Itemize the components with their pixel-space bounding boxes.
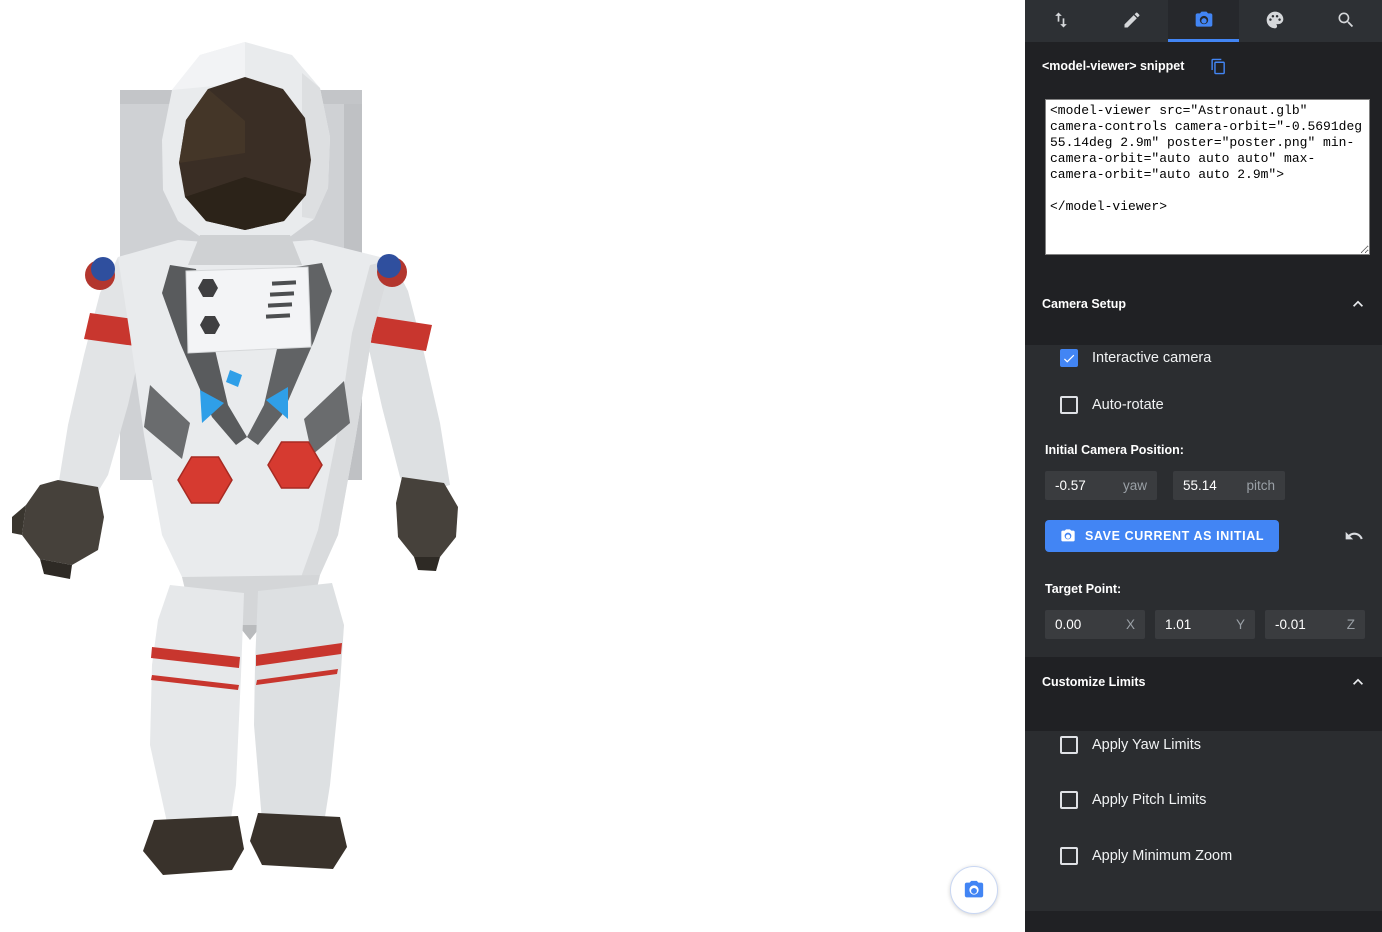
chevron-up-icon[interactable]	[1348, 294, 1368, 314]
auto-rotate-checkbox[interactable]	[1060, 396, 1078, 414]
target-z-suffix: Z	[1347, 617, 1355, 632]
snippet-code-textarea[interactable]: <model-viewer src="Astronaut.glb" camera…	[1045, 99, 1370, 255]
target-x-input[interactable]	[1055, 617, 1120, 632]
tab-file-controls[interactable]	[1025, 0, 1096, 42]
pitch-field[interactable]: pitch	[1173, 471, 1285, 500]
target-z-field[interactable]: Z	[1265, 610, 1365, 639]
camera-setup-title: Camera Setup	[1042, 297, 1126, 311]
apply-yaw-limits-checkbox[interactable]	[1060, 736, 1078, 754]
camera-setup-header[interactable]: Camera Setup	[1025, 289, 1382, 319]
camera-setup-section: Interactive camera Auto-rotate Initial C…	[1025, 345, 1382, 657]
pitch-input[interactable]	[1183, 478, 1240, 493]
snippet-title: <model-viewer> snippet	[1042, 59, 1184, 73]
undo-icon	[1344, 526, 1364, 546]
auto-rotate-label: Auto-rotate	[1092, 397, 1164, 413]
target-y-input[interactable]	[1165, 617, 1230, 632]
import-export-icon	[1051, 10, 1071, 30]
apply-minimum-zoom-label: Apply Minimum Zoom	[1092, 848, 1232, 864]
target-point-label: Target Point:	[1045, 582, 1382, 598]
editor-panel: <model-viewer> snippet <model-viewer src…	[1025, 0, 1382, 932]
interactive-camera-row[interactable]: Interactive camera	[1025, 345, 1382, 369]
apply-yaw-limits-row[interactable]: Apply Yaw Limits	[1025, 731, 1382, 757]
model-viewer-editor-app: <model-viewer> snippet <model-viewer src…	[0, 0, 1382, 932]
customize-limits-header[interactable]: Customize Limits	[1025, 667, 1382, 697]
target-x-suffix: X	[1126, 617, 1135, 632]
screenshot-button[interactable]	[950, 866, 998, 914]
astronaut-right-glove	[396, 477, 458, 571]
copy-snippet-button[interactable]	[1210, 58, 1227, 75]
astronaut-legs	[150, 575, 344, 827]
initial-camera-position-fields: yaw pitch	[1045, 471, 1382, 500]
tab-camera[interactable]	[1168, 0, 1239, 42]
customize-limits-title: Customize Limits	[1042, 675, 1146, 689]
chevron-up-icon[interactable]	[1348, 672, 1368, 692]
target-y-suffix: Y	[1236, 617, 1245, 632]
tab-edit[interactable]	[1096, 0, 1167, 42]
customize-limits-section: Apply Yaw Limits Apply Pitch Limits Appl…	[1025, 731, 1382, 911]
model-viewer-canvas[interactable]	[0, 0, 1025, 932]
astronaut-left-glove	[12, 480, 104, 579]
apply-pitch-limits-row[interactable]: Apply Pitch Limits	[1025, 787, 1382, 813]
camera-icon	[963, 879, 985, 901]
target-z-input[interactable]	[1275, 617, 1341, 632]
snippet-header: <model-viewer> snippet	[1042, 55, 1365, 77]
apply-pitch-limits-checkbox[interactable]	[1060, 791, 1078, 809]
astronaut-model	[0, 25, 500, 905]
apply-minimum-zoom-checkbox[interactable]	[1060, 847, 1078, 865]
auto-rotate-row[interactable]: Auto-rotate	[1025, 393, 1382, 417]
target-point-fields: X Y Z	[1045, 610, 1382, 639]
pencil-icon	[1122, 10, 1142, 30]
target-x-field[interactable]: X	[1045, 610, 1145, 639]
yaw-field[interactable]: yaw	[1045, 471, 1157, 500]
yaw-suffix: yaw	[1123, 478, 1147, 493]
check-icon	[1062, 351, 1076, 366]
camera-icon	[1060, 528, 1076, 544]
editor-toolbar	[1025, 0, 1382, 42]
save-initial-row: SAVE CURRENT AS INITIAL	[1045, 520, 1364, 552]
palette-icon	[1265, 10, 1285, 30]
save-button-label: SAVE CURRENT AS INITIAL	[1085, 529, 1264, 543]
yaw-input[interactable]	[1055, 478, 1117, 493]
search-icon	[1336, 10, 1356, 30]
interactive-camera-checkbox[interactable]	[1060, 349, 1078, 367]
initial-camera-position-label: Initial Camera Position:	[1045, 443, 1382, 459]
save-current-as-initial-button[interactable]: SAVE CURRENT AS INITIAL	[1045, 520, 1279, 552]
target-y-field[interactable]: Y	[1155, 610, 1255, 639]
pitch-suffix: pitch	[1246, 478, 1275, 493]
interactive-camera-label: Interactive camera	[1092, 350, 1211, 366]
apply-yaw-limits-label: Apply Yaw Limits	[1092, 737, 1201, 753]
astronaut-boots	[143, 813, 347, 875]
camera-icon	[1194, 10, 1214, 30]
astronaut-chest-panel	[186, 267, 311, 353]
tab-materials[interactable]	[1239, 0, 1310, 42]
tab-inspector[interactable]	[1311, 0, 1382, 42]
apply-pitch-limits-label: Apply Pitch Limits	[1092, 792, 1206, 808]
undo-button[interactable]	[1344, 526, 1364, 546]
apply-minimum-zoom-row[interactable]: Apply Minimum Zoom	[1025, 843, 1382, 869]
copy-icon	[1210, 58, 1227, 75]
